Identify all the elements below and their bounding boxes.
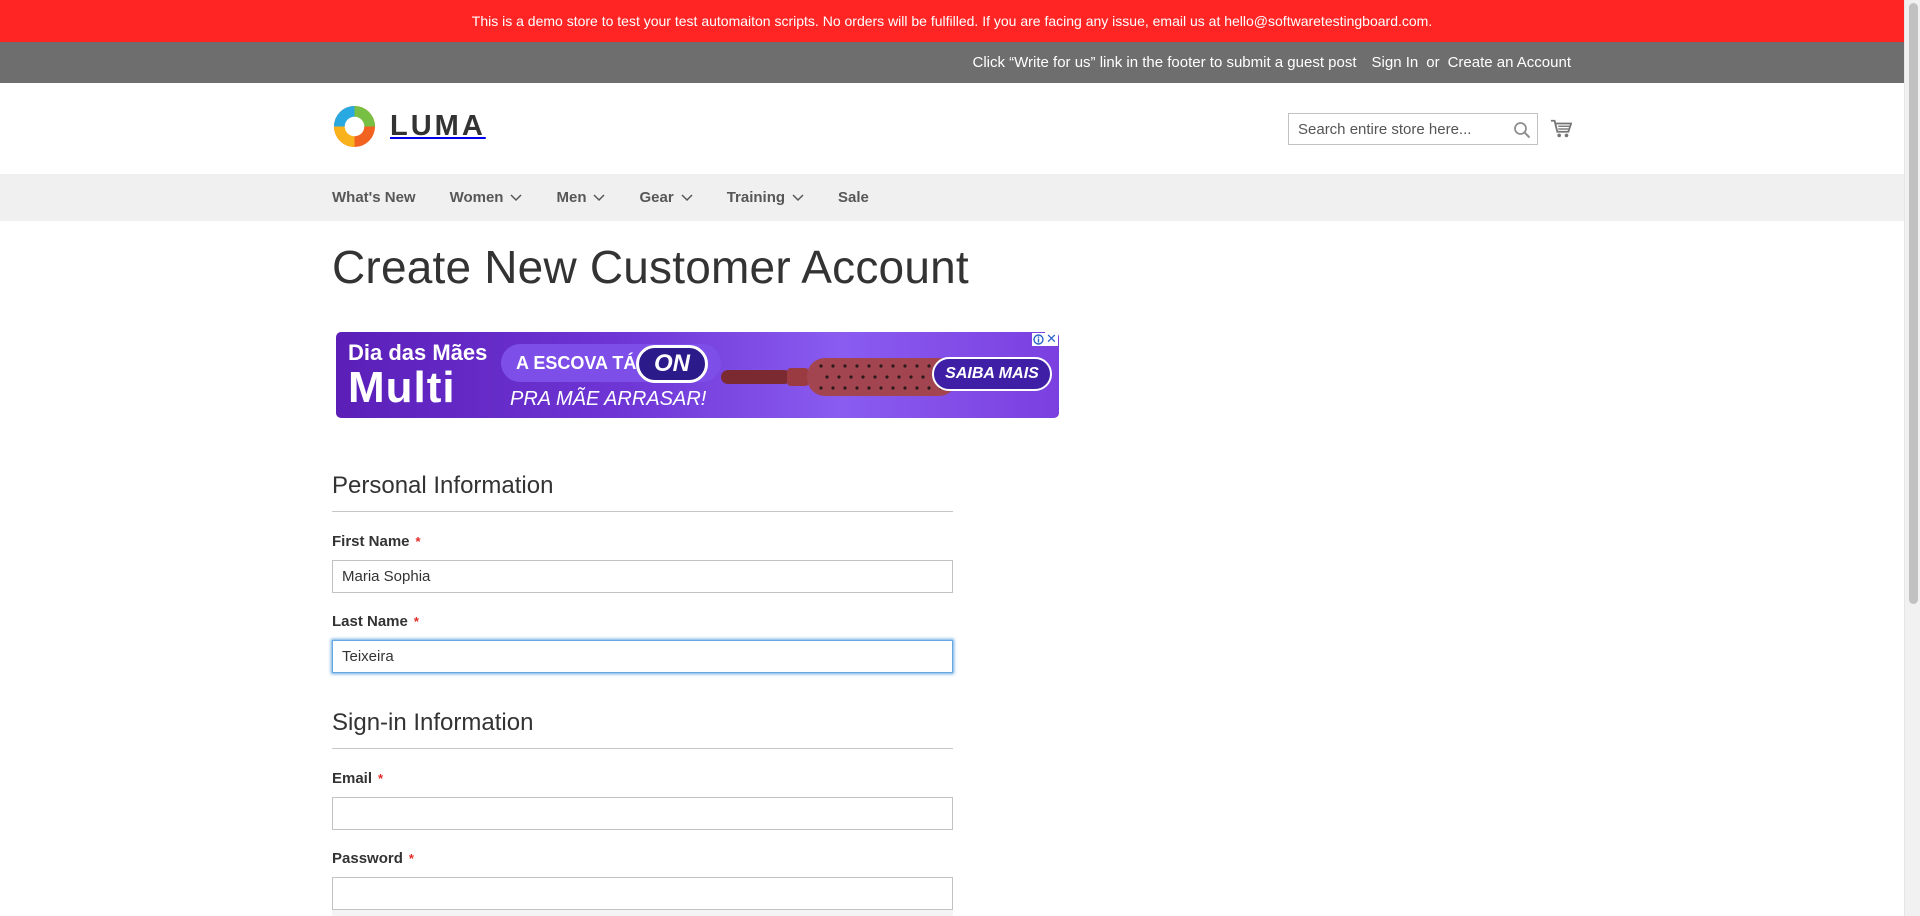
search-box xyxy=(1288,113,1538,145)
chevron-down-icon xyxy=(792,193,804,201)
main-navigation: What's New Women Men Gear Training Sale xyxy=(0,174,1904,221)
ad-pill-text: A ESCOVA TÁ xyxy=(516,353,637,373)
page-title: Create New Customer Account xyxy=(332,241,969,293)
last-name-field[interactable] xyxy=(332,640,953,673)
page-scrollbar[interactable] xyxy=(1904,0,1920,916)
personal-info-heading: Personal Information xyxy=(332,472,554,499)
email-field[interactable] xyxy=(332,797,953,830)
first-name-label-text: First Name xyxy=(332,533,410,550)
search-input[interactable] xyxy=(1289,114,1501,144)
demo-notice-text: This is a demo store to test your test a… xyxy=(471,13,1433,29)
top-links-bar: Click “Write for us” link in the footer … xyxy=(0,42,1904,83)
first-name-field[interactable] xyxy=(332,560,953,593)
guest-post-promo: Click “Write for us” link in the footer … xyxy=(972,54,1357,71)
site-header: LUMA xyxy=(0,83,1904,174)
section-divider xyxy=(332,511,953,512)
nav-item-training[interactable]: Training xyxy=(727,189,804,206)
ad-banner[interactable]: Dia das Mães Multi A ESCOVA TÁ ON PRA MÃ… xyxy=(336,332,1059,418)
chevron-down-icon xyxy=(681,193,693,201)
nav-label: Gear xyxy=(639,189,674,206)
required-mark: * xyxy=(378,771,384,786)
required-mark: * xyxy=(415,534,421,549)
nav-label: Women xyxy=(449,189,504,206)
nav-label: Sale xyxy=(838,189,869,206)
nav-label: Men xyxy=(556,189,587,206)
adchoices-icon[interactable] xyxy=(1032,333,1045,346)
signin-info-heading: Sign-in Information xyxy=(332,709,534,736)
cart-icon[interactable] xyxy=(1550,118,1572,140)
password-field[interactable] xyxy=(332,877,953,910)
ad-on-badge: ON xyxy=(636,345,708,383)
page: This is a demo store to test your test a… xyxy=(0,0,1904,916)
ad-line-2: Multi xyxy=(348,363,456,412)
close-icon[interactable]: ✕ xyxy=(1045,332,1058,346)
chevron-down-icon xyxy=(593,193,606,201)
nav-label: What's New xyxy=(332,189,416,206)
or-separator: or xyxy=(1426,54,1440,71)
create-account-link[interactable]: Create an Account xyxy=(1448,54,1571,71)
password-label: Password * xyxy=(332,850,414,867)
scrollbar-thumb[interactable] xyxy=(1909,3,1918,604)
nav-item-whats-new[interactable]: What's New xyxy=(332,189,416,206)
ad-subline: PRA MÃE ARRASAR! xyxy=(510,388,707,410)
nav-item-gear[interactable]: Gear xyxy=(639,189,693,206)
required-mark: * xyxy=(413,614,419,629)
demo-notice-banner: This is a demo store to test your test a… xyxy=(0,0,1904,42)
password-label-text: Password xyxy=(332,850,403,867)
nav-item-sale[interactable]: Sale xyxy=(838,189,869,206)
last-name-label: Last Name * xyxy=(332,613,419,630)
section-divider xyxy=(332,748,953,749)
email-label: Email * xyxy=(332,770,383,787)
sign-in-link[interactable]: Sign In xyxy=(1372,54,1419,71)
nav-label: Training xyxy=(726,189,786,206)
ad-cta-button[interactable]: SAIBA MAIS xyxy=(932,357,1052,391)
luma-logo-icon xyxy=(333,105,376,148)
nav-item-women[interactable]: Women xyxy=(450,189,523,206)
first-name-label: First Name * xyxy=(332,533,421,550)
logo-text: LUMA xyxy=(390,110,486,142)
search-icon[interactable] xyxy=(1513,121,1531,139)
last-name-label-text: Last Name xyxy=(332,613,408,630)
luma-logo[interactable]: LUMA xyxy=(332,104,486,149)
required-mark: * xyxy=(408,851,414,866)
email-label-text: Email xyxy=(332,770,373,787)
chevron-down-icon xyxy=(510,193,523,201)
password-strength-meter xyxy=(332,910,953,916)
nav-item-men[interactable]: Men xyxy=(556,189,606,206)
